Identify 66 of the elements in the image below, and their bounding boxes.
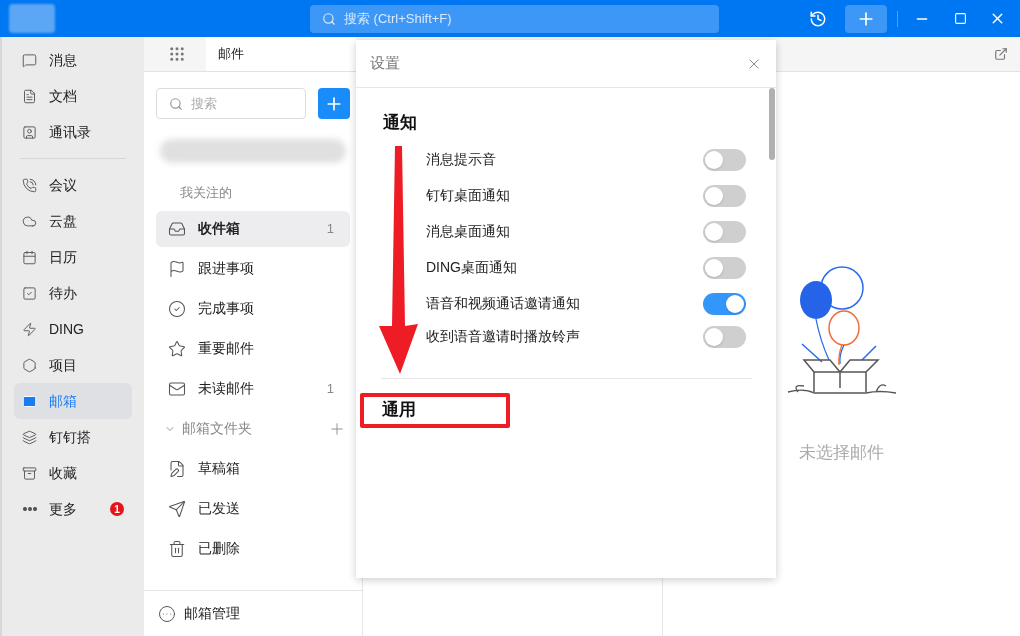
- mail-folder-item[interactable]: 收件箱 1: [156, 210, 350, 247]
- highlight-box: 通用: [360, 392, 510, 428]
- scrollbar[interactable]: [769, 88, 775, 160]
- ellipsis-icon: [22, 507, 37, 511]
- mail-folder-item[interactable]: 已删除: [156, 530, 350, 567]
- phone-icon: [22, 177, 37, 193]
- mail-folder-item[interactable]: 跟进事项: [156, 250, 350, 287]
- cloud-icon: [22, 213, 37, 229]
- contact-card-icon: [22, 124, 37, 140]
- compose-button[interactable]: [318, 88, 350, 119]
- sidebar-item[interactable]: 云盘: [14, 203, 132, 239]
- checkbox-icon: [22, 285, 37, 301]
- mail-folder-item[interactable]: 完成事项: [156, 290, 350, 327]
- toggle-switch[interactable]: [703, 256, 746, 279]
- popout-icon[interactable]: [994, 47, 1008, 61]
- sidebar-item[interactable]: 消息: [14, 42, 132, 78]
- sidebar-item[interactable]: 会议: [14, 167, 132, 203]
- calendar-icon: [22, 249, 37, 265]
- empty-state-text: 未选择邮件: [799, 442, 884, 464]
- section-label: 我关注的: [179, 184, 233, 202]
- add-button[interactable]: [845, 4, 887, 33]
- notification-badge: 1: [110, 502, 124, 516]
- hexagon-icon: [22, 357, 37, 373]
- sidebar-item[interactable]: 日历: [14, 239, 132, 275]
- document-icon: [22, 88, 37, 104]
- sidebar-item[interactable]: 钉钉搭: [14, 419, 132, 455]
- mail-folder-item[interactable]: 重要邮件: [156, 330, 350, 367]
- history-icon[interactable]: [809, 9, 827, 28]
- search-icon: [322, 11, 336, 26]
- sidebar-item[interactable]: 通讯录: [14, 114, 132, 150]
- mail-folder-item[interactable]: 已发送: [156, 490, 350, 527]
- section-heading: 通知: [383, 112, 418, 134]
- toggle-switch[interactable]: [703, 220, 746, 243]
- logo-placeholder: [9, 4, 55, 33]
- toggle-switch[interactable]: [703, 325, 746, 348]
- check-circle-icon: [168, 299, 186, 318]
- toggle-switch[interactable]: [703, 184, 746, 207]
- paper-plane-icon: [168, 499, 186, 518]
- settings-dialog: 设置 通知 消息提示音 钉钉桌面通知 消息桌面通知 DING桌面通知 语音和视频通话邀请通知 收到语音邀请时播放铃声 通用: [356, 40, 776, 578]
- search-icon: [169, 96, 183, 111]
- folder-group-header[interactable]: 邮箱文件夹: [156, 410, 350, 447]
- lightning-icon: [22, 321, 37, 337]
- sidebar-item[interactable]: 更多 1: [14, 491, 132, 527]
- layers-icon: [22, 429, 37, 445]
- trash-icon: [168, 539, 186, 558]
- sidebar-item[interactable]: 项目: [14, 347, 132, 383]
- tab[interactable]: 邮件: [206, 37, 356, 71]
- sidebar-item[interactable]: 收藏: [14, 455, 132, 491]
- flag-icon: [168, 259, 186, 278]
- chat-bubble-icon: [22, 52, 37, 68]
- mail-folder-item[interactable]: 未读邮件 1: [156, 370, 350, 407]
- sidebar-item[interactable]: 待办: [14, 275, 132, 311]
- sidebar-item[interactable]: DING: [14, 311, 132, 347]
- toggle-switch[interactable]: [703, 148, 746, 171]
- star-icon: [168, 339, 186, 358]
- mail-settings-link[interactable]: 邮箱管理: [158, 603, 240, 624]
- toggle-switch[interactable]: [703, 292, 746, 315]
- app-grid-icon[interactable]: [168, 45, 186, 63]
- ellipsis-circle-icon: [158, 604, 176, 623]
- archive-icon: [22, 465, 37, 481]
- maximize-icon[interactable]: [954, 12, 967, 25]
- sidebar-item[interactable]: 文档: [14, 78, 132, 114]
- mail-folder-item[interactable]: 草稿箱: [156, 450, 350, 487]
- dialog-title: 设置: [370, 53, 400, 74]
- inbox-icon: [168, 219, 186, 238]
- edit-document-icon: [168, 459, 186, 478]
